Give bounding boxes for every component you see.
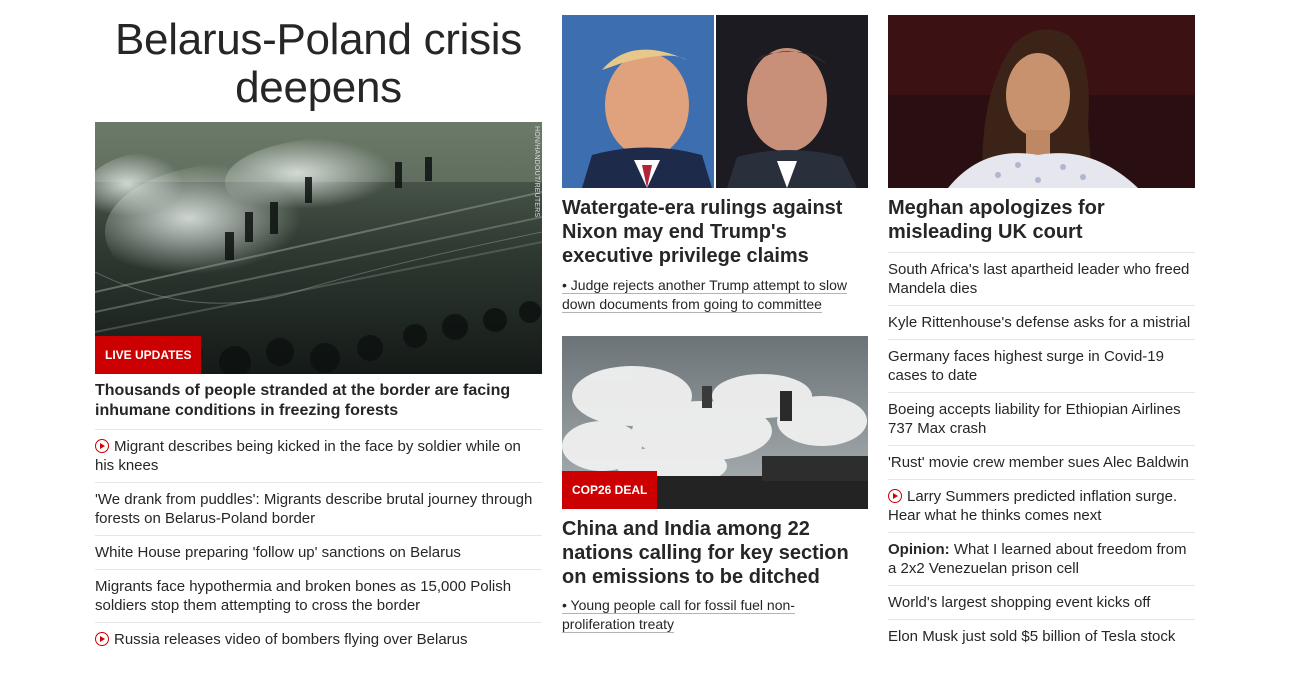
right-list: South Africa's last apartheid leader who… [888, 252, 1195, 653]
list-item-text: 'Rust' movie crew member sues Alec Baldw… [888, 454, 1189, 471]
list-item-text: Boeing accepts liability for Ethiopian A… [888, 401, 1181, 437]
list-item-text: White House preparing 'follow up' sancti… [95, 544, 461, 561]
live-updates-badge[interactable]: LIVE UPDATES [95, 336, 202, 374]
meghan-image [888, 15, 1195, 188]
lead-headline[interactable]: Thousands of people stranded at the bord… [95, 381, 542, 421]
list-item[interactable]: 'Rust' movie crew member sues Alec Baldw… [888, 445, 1195, 479]
list-item[interactable]: Elon Musk just sold $5 billion of Tesla … [888, 619, 1195, 653]
list-item[interactable]: Larry Summers predicted inflation surge.… [888, 479, 1195, 532]
list-item[interactable]: Migrant describes being kicked in the fa… [95, 429, 542, 482]
trump-nixon-image [562, 15, 868, 188]
border-photo[interactable]: HON/HANDOUT/REUTERS LIVE UPDATES [95, 122, 542, 374]
lead-related-list: Migrant describes being kicked in the fa… [95, 429, 542, 656]
list-item[interactable]: Kyle Rittenhouse's defense asks for a mi… [888, 305, 1195, 339]
list-item-text: Elon Musk just sold $5 billion of Tesla … [888, 628, 1176, 645]
page-title[interactable]: Belarus-Poland crisis deepens [95, 16, 542, 112]
list-item[interactable]: Opinion: What I learned about freedom fr… [888, 532, 1195, 585]
emissions-headline[interactable]: China and India among 22 nations calling… [562, 517, 868, 589]
emissions-bullet: • Young people call for fossil fuel non-… [562, 596, 868, 634]
meghan-photo[interactable] [888, 15, 1195, 188]
opinion-label: Opinion: [888, 541, 950, 558]
list-item[interactable]: South Africa's last apartheid leader who… [888, 252, 1195, 305]
list-item-text: Germany faces highest surge in Covid-19 … [888, 348, 1164, 384]
list-item[interactable]: 'We drank from puddles': Migrants descri… [95, 482, 542, 535]
lead-column: Belarus-Poland crisis deepens HON/HANDOU… [95, 0, 542, 656]
emissions-photo[interactable]: COP26 DEAL [562, 336, 868, 509]
play-icon [888, 489, 902, 503]
list-item-text: World's largest shopping event kicks off [888, 594, 1151, 611]
nixon-bullet: • Judge rejects another Trump attempt to… [562, 276, 868, 314]
list-item-text: Larry Summers predicted inflation surge.… [888, 488, 1178, 524]
list-item[interactable]: Migrants face hypothermia and broken bon… [95, 569, 542, 622]
middle-column: Watergate-era rulings against Nixon may … [562, 0, 868, 634]
list-item-text: Migrant describes being kicked in the fa… [95, 438, 521, 474]
meghan-headline[interactable]: Meghan apologizes for misleading UK cour… [888, 196, 1195, 244]
list-item[interactable]: White House preparing 'follow up' sancti… [95, 535, 542, 569]
list-item-text: 'We drank from puddles': Migrants descri… [95, 491, 533, 527]
right-column: Meghan apologizes for misleading UK cour… [888, 0, 1195, 653]
list-item-text: Migrants face hypothermia and broken bon… [95, 578, 512, 614]
list-item-text: South Africa's last apartheid leader who… [888, 261, 1190, 297]
nixon-bullet-link[interactable]: • Judge rejects another Trump attempt to… [562, 277, 848, 313]
list-item[interactable]: Russia releases video of bombers flying … [95, 622, 542, 656]
trump-nixon-photo[interactable] [562, 15, 868, 188]
list-item[interactable]: Germany faces highest surge in Covid-19 … [888, 339, 1195, 392]
nixon-headline[interactable]: Watergate-era rulings against Nixon may … [562, 196, 868, 268]
list-item-text: Russia releases video of bombers flying … [114, 631, 468, 648]
play-icon [95, 632, 109, 646]
list-item[interactable]: World's largest shopping event kicks off [888, 585, 1195, 619]
image-credit: HON/HANDOUT/REUTERS [533, 126, 540, 218]
list-item-text: Kyle Rittenhouse's defense asks for a mi… [888, 314, 1191, 331]
play-icon [95, 439, 109, 453]
emissions-bullet-link[interactable]: • Young people call for fossil fuel non-… [562, 597, 795, 633]
cop26-badge[interactable]: COP26 DEAL [562, 471, 658, 509]
list-item[interactable]: Boeing accepts liability for Ethiopian A… [888, 392, 1195, 445]
